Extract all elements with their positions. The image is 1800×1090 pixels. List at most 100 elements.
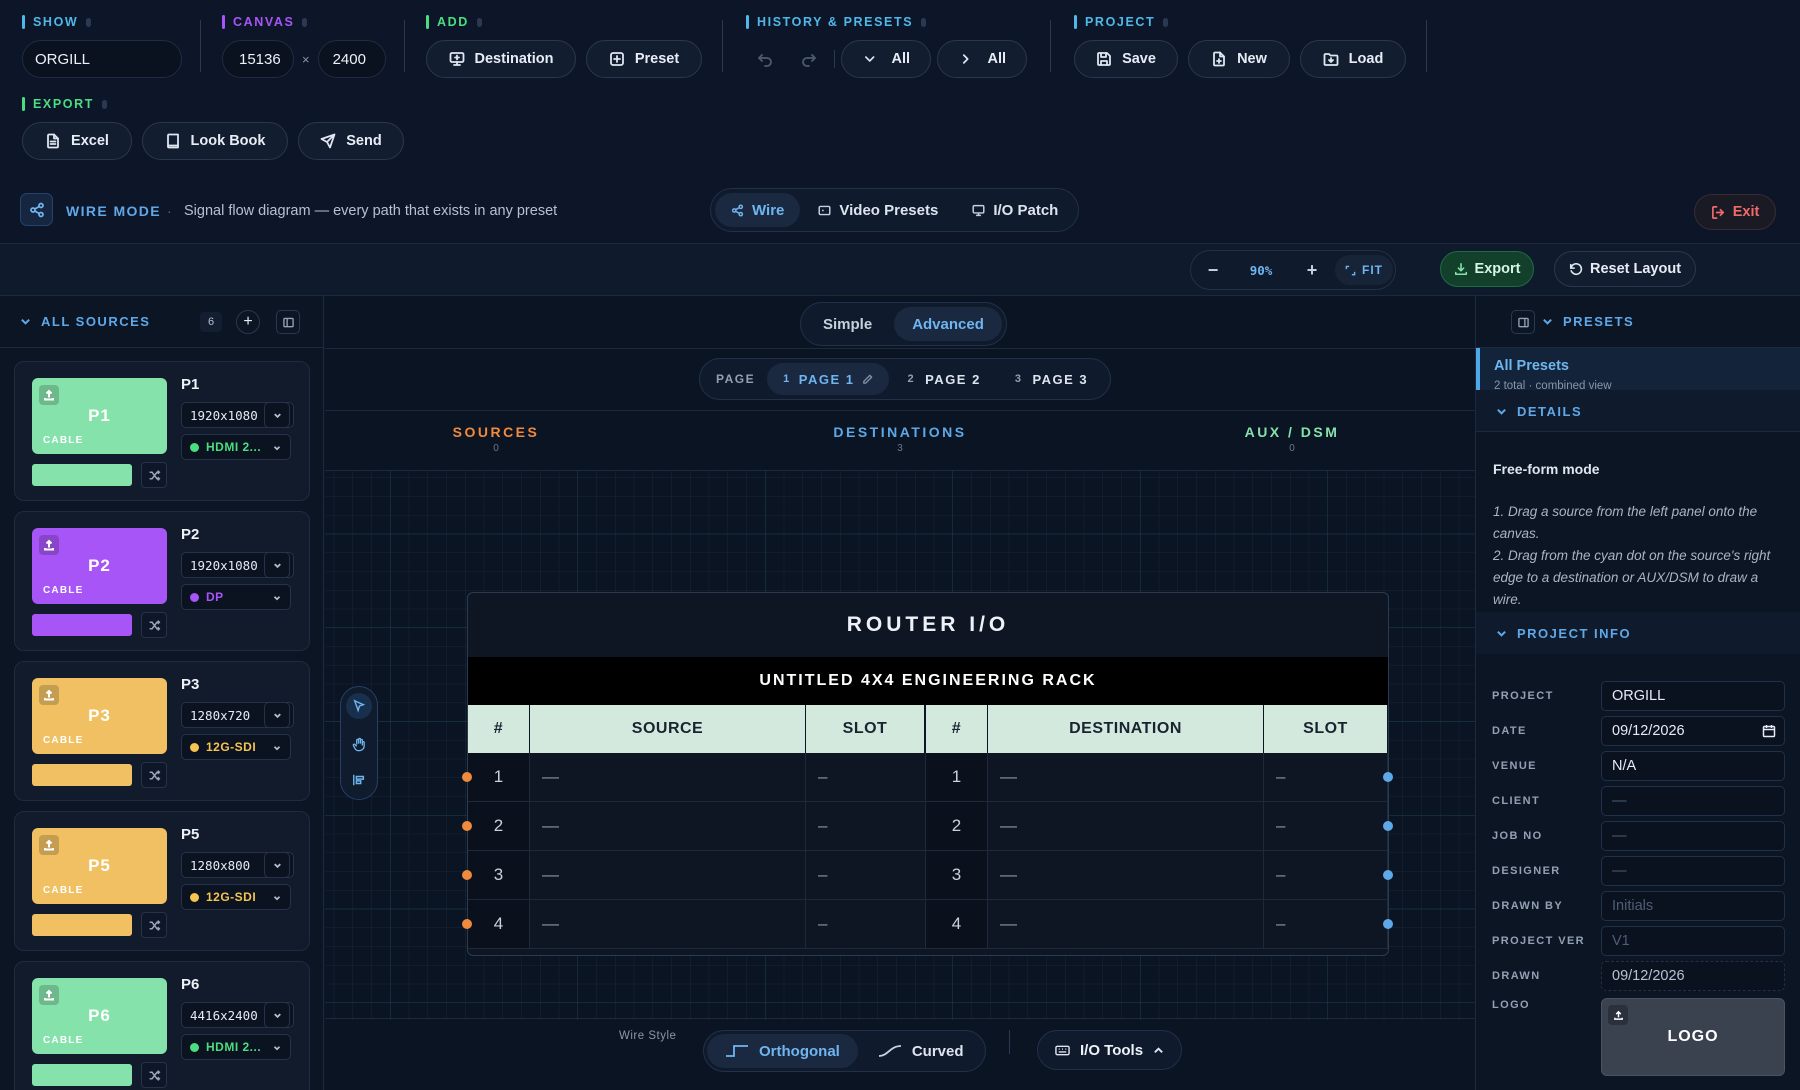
field-input-project[interactable]: ORGILL xyxy=(1601,681,1785,711)
router-cell-destination[interactable]: — xyxy=(988,802,1264,851)
input-port-dot[interactable] xyxy=(462,919,472,929)
resolution-dropdown-button[interactable] xyxy=(264,402,290,428)
add-preset-button[interactable]: Preset xyxy=(586,40,702,78)
project-info-header[interactable]: PROJECT INFO xyxy=(1496,626,1631,641)
field-input-project-ver[interactable]: V1 xyxy=(1601,926,1785,956)
upload-icon[interactable] xyxy=(39,535,59,555)
upload-icon[interactable] xyxy=(39,685,59,705)
redo-button[interactable] xyxy=(790,40,828,78)
field-input-date[interactable]: 09/12/2026 xyxy=(1601,716,1785,746)
output-port-dot[interactable] xyxy=(1383,870,1393,880)
field-input-venue[interactable]: N/A xyxy=(1601,751,1785,781)
page-3-tab[interactable]: 3 PAGE 3 xyxy=(999,363,1104,395)
router-cell-slot[interactable]: – xyxy=(806,753,926,802)
router-cell-source[interactable]: — xyxy=(530,900,806,949)
all-sources-header[interactable]: ALL SOURCES xyxy=(20,314,150,329)
router-cell-slot[interactable]: – xyxy=(1264,851,1388,900)
show-name-input[interactable]: ORGILL xyxy=(22,40,182,78)
field-input-client[interactable]: — xyxy=(1601,786,1785,816)
output-port-dot[interactable] xyxy=(1383,919,1393,929)
collapse-presets-button[interactable] xyxy=(1511,310,1535,334)
pencil-icon[interactable] xyxy=(862,373,874,385)
router-cell-slot[interactable]: – xyxy=(1264,900,1388,949)
source-color-bar[interactable] xyxy=(32,764,132,786)
reset-layout-button[interactable]: Reset Layout xyxy=(1554,251,1696,287)
new-project-button[interactable]: New xyxy=(1188,40,1290,78)
field-input-designer[interactable]: — xyxy=(1601,856,1785,886)
select-tool-button[interactable] xyxy=(346,693,372,719)
router-io-node[interactable]: ROUTER I/O UNTITLED 4X4 ENGINEERING RACK… xyxy=(462,592,1393,956)
tab-video-presets[interactable]: Video Presets xyxy=(802,193,954,227)
source-swatch[interactable]: P5 CABLE xyxy=(32,828,167,904)
signal-type-select[interactable]: HDMI 2... xyxy=(181,434,291,460)
shuffle-button[interactable] xyxy=(141,762,167,788)
resolution-dropdown-button[interactable] xyxy=(264,1002,290,1028)
wire-canvas[interactable]: Simple Advanced PAGE 1 PAGE 1 2 PAGE 2 3… xyxy=(325,296,1475,1090)
fit-button[interactable]: FIT xyxy=(1335,255,1393,285)
source-swatch[interactable]: P2 CABLE xyxy=(32,528,167,604)
source-color-bar[interactable] xyxy=(32,464,132,486)
source-card-p1[interactable]: P1 CABLE P1 1920x1080 HDMI 2... xyxy=(14,361,310,501)
page-2-tab[interactable]: 2 PAGE 2 xyxy=(891,363,996,395)
output-port-dot[interactable] xyxy=(1383,821,1393,831)
signal-type-select[interactable]: 12G-SDI xyxy=(181,734,291,760)
upload-icon[interactable] xyxy=(39,835,59,855)
shuffle-button[interactable] xyxy=(141,462,167,488)
router-cell-slot[interactable]: – xyxy=(806,900,926,949)
curved-wire-button[interactable]: Curved xyxy=(860,1034,982,1068)
router-cell-source[interactable]: — xyxy=(530,802,806,851)
source-color-bar[interactable] xyxy=(32,1064,132,1086)
canvas-width-input[interactable]: 15136 xyxy=(222,40,294,78)
expand-all-button[interactable]: All xyxy=(937,40,1027,78)
tab-wire[interactable]: Wire xyxy=(715,193,801,227)
load-project-button[interactable]: Load xyxy=(1300,40,1406,78)
zoom-in-button[interactable]: + xyxy=(1289,253,1335,287)
resolution-dropdown-button[interactable] xyxy=(264,552,290,578)
source-color-bar[interactable] xyxy=(32,614,132,636)
source-swatch[interactable]: P1 CABLE xyxy=(32,378,167,454)
router-cell-destination[interactable]: — xyxy=(988,900,1264,949)
save-button[interactable]: Save xyxy=(1074,40,1178,78)
signal-type-select[interactable]: 12G-SDI xyxy=(181,884,291,910)
calendar-icon[interactable] xyxy=(1762,724,1776,738)
align-tool-button[interactable] xyxy=(346,767,372,793)
logo-upload[interactable]: LOGO xyxy=(1601,998,1785,1076)
field-input-drawn[interactable]: 09/12/2026 xyxy=(1601,961,1785,991)
undo-button[interactable] xyxy=(746,40,784,78)
presets-header[interactable]: PRESETS xyxy=(1542,314,1634,329)
router-cell-slot[interactable]: – xyxy=(1264,753,1388,802)
field-input-job-no[interactable]: — xyxy=(1601,821,1785,851)
source-color-bar[interactable] xyxy=(32,914,132,936)
page-1-tab[interactable]: 1 PAGE 1 xyxy=(767,363,890,395)
source-card-p6[interactable]: P6 CABLE P6 4416x2400 HDMI 2... xyxy=(14,961,310,1090)
resolution-dropdown-button[interactable] xyxy=(264,852,290,878)
router-cell-slot[interactable]: – xyxy=(1264,802,1388,851)
source-swatch[interactable]: P6 CABLE xyxy=(32,978,167,1054)
collapse-panel-button[interactable] xyxy=(276,310,300,334)
export-image-button[interactable]: Export xyxy=(1440,251,1534,287)
signal-type-select[interactable]: HDMI 2... xyxy=(181,1034,291,1060)
input-port-dot[interactable] xyxy=(462,772,472,782)
exit-button[interactable]: Exit xyxy=(1694,194,1776,230)
details-header[interactable]: DETAILS xyxy=(1496,404,1582,419)
canvas-height-input[interactable]: 2400 xyxy=(317,40,386,78)
export-lookbook-button[interactable]: Look Book xyxy=(142,122,288,160)
input-port-dot[interactable] xyxy=(462,821,472,831)
source-card-p3[interactable]: P3 CABLE P3 1280x720 12G-SDI xyxy=(14,661,310,801)
advanced-mode-button[interactable]: Advanced xyxy=(894,307,1002,341)
resolution-dropdown-button[interactable] xyxy=(264,702,290,728)
export-excel-button[interactable]: Excel xyxy=(22,122,132,160)
add-source-button[interactable]: + xyxy=(236,310,260,334)
simple-mode-button[interactable]: Simple xyxy=(805,307,890,341)
upload-icon[interactable] xyxy=(39,385,59,405)
shuffle-button[interactable] xyxy=(141,912,167,938)
send-button[interactable]: Send xyxy=(298,122,404,160)
signal-type-select[interactable]: DP xyxy=(181,584,291,610)
router-cell-slot[interactable]: – xyxy=(806,851,926,900)
all-presets-item[interactable]: All Presets 2 total · combined view xyxy=(1476,348,1800,390)
source-swatch[interactable]: P3 CABLE xyxy=(32,678,167,754)
zoom-out-button[interactable]: − xyxy=(1193,253,1233,287)
source-card-p2[interactable]: P2 CABLE P2 1920x1080 DP xyxy=(14,511,310,651)
shuffle-button[interactable] xyxy=(141,1062,167,1088)
pan-tool-button[interactable] xyxy=(346,731,372,757)
